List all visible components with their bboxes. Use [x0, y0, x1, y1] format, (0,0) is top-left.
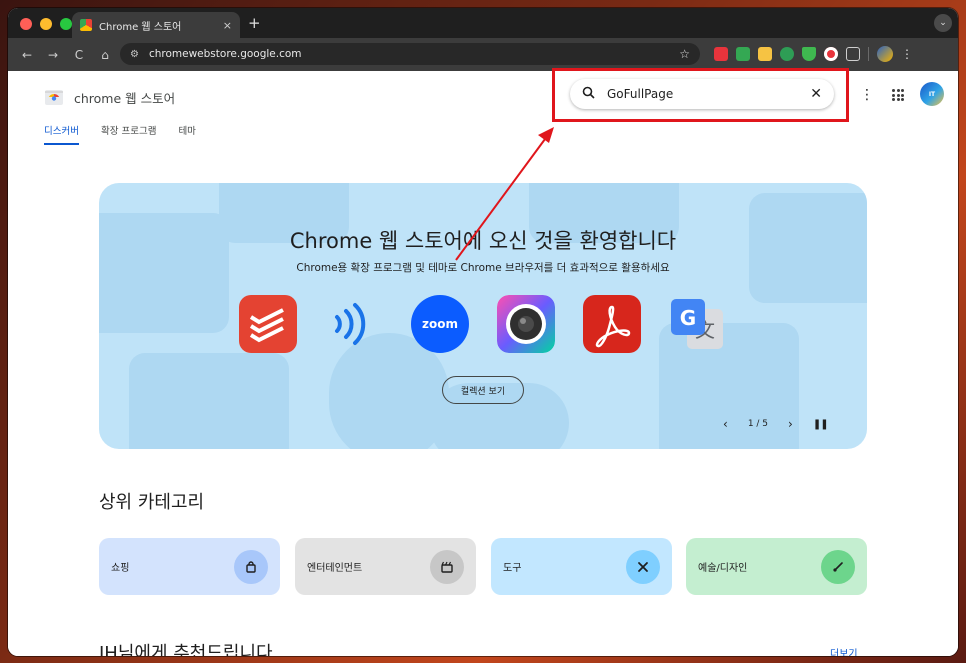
tools-icon: [626, 549, 660, 584]
reload-button[interactable]: C: [68, 48, 90, 62]
extension-red-icon[interactable]: [714, 47, 728, 61]
clear-search-icon[interactable]: ✕: [810, 86, 822, 102]
minimize-window-button[interactable]: [40, 18, 52, 30]
account-avatar[interactable]: IT: [920, 82, 944, 106]
toolbar-divider: [868, 47, 869, 61]
window-controls: [20, 18, 72, 30]
movie-clapper-icon: [430, 549, 464, 584]
shopping-bag-icon: [234, 549, 268, 584]
tab-strip: Chrome 웹 스토어 × + ⌄: [8, 8, 958, 38]
webstore-logo-icon: [45, 90, 63, 105]
camera-lens-icon[interactable]: [497, 295, 555, 353]
tab-extensions[interactable]: 확장 프로그램: [101, 123, 156, 145]
google-translate-icon[interactable]: 文 G: [669, 295, 727, 353]
webstore-favicon-icon: [80, 19, 92, 31]
browser-tab[interactable]: Chrome 웹 스토어 ×: [72, 12, 240, 38]
category-label: 쇼핑: [111, 563, 130, 574]
webstore-page: chrome 웹 스토어 ✕ ⋮ IT 디스커버 확장 프로그램 테마: [8, 68, 958, 656]
tab-close-icon[interactable]: ×: [223, 19, 232, 32]
zoom-logo-text: zoom: [422, 317, 458, 331]
extension-green-doc-icon[interactable]: [736, 47, 750, 61]
tab-search-button[interactable]: ⌄: [934, 14, 952, 32]
category-tools[interactable]: 도구: [491, 538, 672, 595]
store-search-box[interactable]: ✕: [570, 79, 834, 109]
tab-themes[interactable]: 테마: [178, 123, 195, 145]
new-tab-button[interactable]: +: [248, 14, 261, 32]
google-apps-icon[interactable]: [892, 89, 904, 101]
address-bar[interactable]: ⚙ chromewebstore.google.com ☆: [120, 43, 700, 65]
nfc-waves-icon[interactable]: [325, 295, 383, 353]
back-button[interactable]: ←: [16, 48, 38, 62]
extension-shield-icon[interactable]: [802, 47, 816, 61]
recommendations-title: JH님에게 추천드립니다: [99, 643, 273, 656]
translate-logo-text: G: [680, 306, 696, 330]
zoom-icon[interactable]: zoom: [411, 295, 469, 353]
extension-record-icon[interactable]: [824, 47, 838, 61]
brush-icon: [821, 549, 855, 584]
extension-download-icon[interactable]: [758, 47, 772, 61]
tab-discover[interactable]: 디스커버: [44, 123, 79, 145]
carousel-next-button[interactable]: ›: [788, 417, 793, 431]
category-shopping[interactable]: 쇼핑: [99, 538, 280, 595]
hero-banner: Chrome 웹 스토어에 오신 것을 환영합니다 Chrome용 확장 프로그…: [99, 183, 867, 449]
url-text[interactable]: chromewebstore.google.com: [149, 48, 669, 60]
bookmark-star-icon[interactable]: ☆: [679, 47, 690, 61]
search-input[interactable]: [607, 87, 799, 101]
more-options-icon[interactable]: ⋮: [860, 87, 874, 103]
store-nav-tabs: 디스커버 확장 프로그램 테마: [44, 123, 196, 145]
carousel-prev-button[interactable]: ‹: [723, 417, 728, 431]
top-categories-title: 상위 카테고리: [99, 492, 205, 513]
close-window-button[interactable]: [20, 18, 32, 30]
search-icon[interactable]: [582, 86, 595, 103]
hero-title: Chrome 웹 스토어에 오신 것을 환영합니다: [289, 229, 677, 253]
acrobat-icon[interactable]: [583, 295, 641, 353]
see-more-link[interactable]: 더보기: [830, 645, 858, 656]
carousel-page-indicator: 1 / 5: [747, 419, 769, 429]
browser-menu-icon[interactable]: ⋮: [901, 47, 913, 61]
store-brand[interactable]: chrome 웹 스토어: [74, 88, 175, 107]
carousel-pause-button[interactable]: ❚❚: [813, 419, 829, 430]
category-entertainment[interactable]: 엔터테인먼트: [295, 538, 476, 595]
category-label: 엔터테인먼트: [307, 563, 363, 574]
home-button[interactable]: ⌂: [94, 48, 116, 62]
site-info-icon[interactable]: ⚙: [130, 49, 139, 60]
extensions-puzzle-icon[interactable]: [846, 47, 860, 61]
hero-subtitle: Chrome용 확장 프로그램 및 테마로 Chrome 브라우저를 더 효과적…: [296, 262, 670, 274]
zoom-window-button[interactable]: [60, 18, 72, 30]
todoist-icon[interactable]: [239, 295, 297, 353]
category-art-design[interactable]: 예술/디자인: [686, 538, 867, 595]
tab-title: Chrome 웹 스토어: [99, 21, 182, 33]
carousel-controls: ‹ 1 / 5 › ❚❚: [723, 417, 829, 431]
puzzle-decoration: [129, 353, 289, 449]
view-collection-button[interactable]: 컬렉션 보기: [442, 376, 524, 404]
browser-toolbar: ← → C ⌂ ⚙ chromewebstore.google.com ☆ ⋮: [8, 38, 958, 71]
profile-icon[interactable]: [877, 46, 893, 62]
category-label: 도구: [503, 563, 522, 574]
browser-window: Chrome 웹 스토어 × + ⌄ ← → C ⌂ ⚙ chromewebst…: [8, 8, 958, 656]
extension-puzzle-green-icon[interactable]: [780, 47, 794, 61]
extensions-area: ⋮: [714, 46, 913, 62]
category-label: 예술/디자인: [698, 563, 748, 574]
forward-button[interactable]: →: [42, 48, 64, 62]
